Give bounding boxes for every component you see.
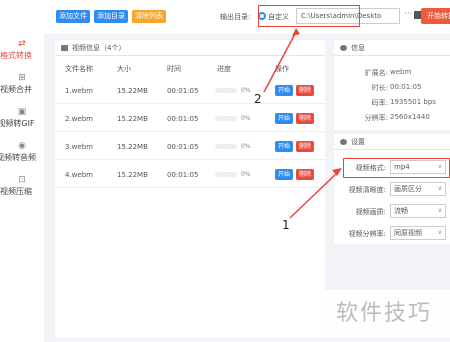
annotation-number-1: 1: [282, 218, 290, 232]
arrow-head-1: [332, 168, 342, 176]
watermark: 软件技巧: [318, 290, 450, 338]
annotation-number-2: 2: [254, 92, 262, 106]
arrow-head-2: [292, 28, 300, 36]
arrow-line-2: [263, 31, 297, 93]
arrow-line-1: [289, 171, 339, 219]
